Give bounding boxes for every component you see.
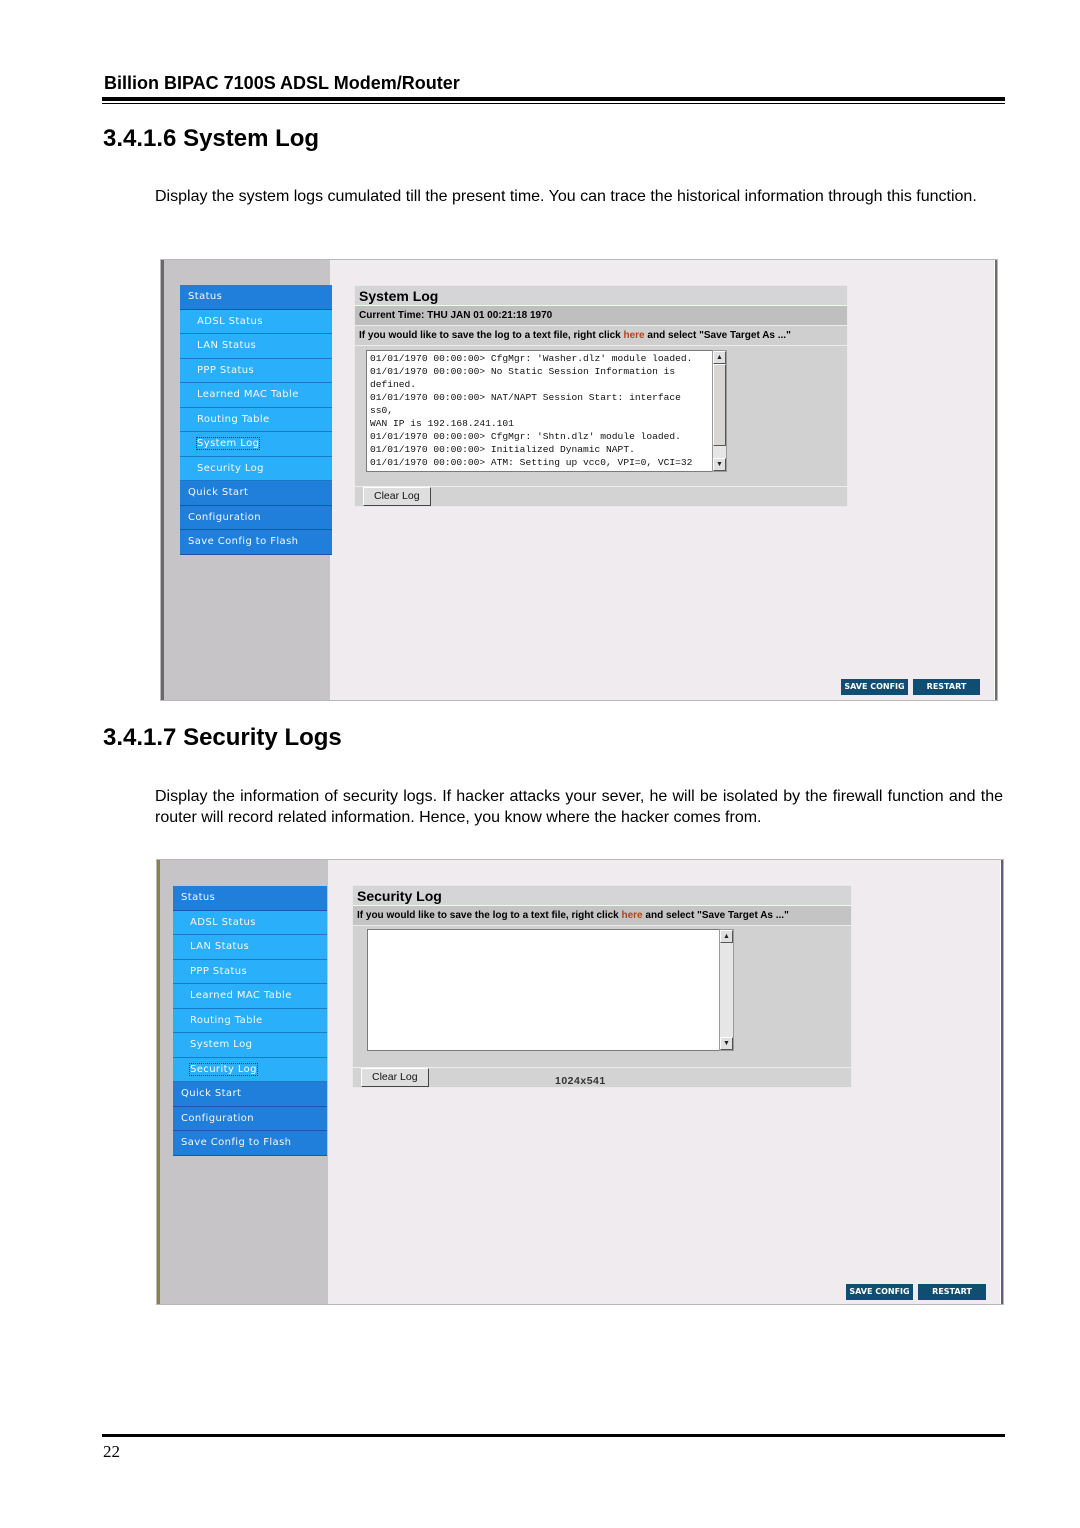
system-log-textarea[interactable]: 01/01/1970 00:00:00> CfgMgr: 'Washer.dlz… bbox=[366, 350, 712, 472]
nav-item-label: Learned MAC Table bbox=[190, 990, 292, 1001]
nav-item-configuration[interactable]: Configuration bbox=[180, 505, 332, 530]
resolution-label: 1024x541 bbox=[555, 1075, 606, 1087]
header-rule-thin bbox=[102, 103, 1005, 104]
nav-item-adsl-status[interactable]: ADSL Status bbox=[173, 910, 327, 935]
nav-item-ppp-status[interactable]: PPP Status bbox=[173, 959, 327, 984]
nav-menu: Status ADSL Status LAN Status PPP Status Lea… bbox=[173, 886, 327, 1156]
nav-item-label: Save Config to Flash bbox=[181, 1137, 292, 1148]
nav-item-label: System Log bbox=[190, 1039, 253, 1050]
page-number: 22 bbox=[103, 1442, 120, 1461]
nav-item-status[interactable]: Status bbox=[173, 886, 327, 911]
nav-item-label: Quick Start bbox=[181, 1088, 242, 1099]
nav-item-save-config-to-flash[interactable]: Save Config to Flash bbox=[180, 530, 332, 555]
sidebar: Status ADSL Status LAN Status PPP Status Lea… bbox=[160, 860, 328, 1304]
system-log-panel: System Log Current Time: THU JAN 01 00:2… bbox=[354, 285, 848, 507]
nav-item-label: PPP Status bbox=[190, 965, 248, 977]
nav-item-configuration[interactable]: Configuration bbox=[173, 1106, 327, 1131]
nav-item-lan-status[interactable]: LAN Status bbox=[180, 334, 332, 359]
nav-item-lan-status[interactable]: LAN Status bbox=[173, 935, 327, 960]
panel-title: System Log bbox=[355, 286, 847, 306]
nav-item-system-log[interactable]: System Log bbox=[173, 1033, 327, 1058]
nav-item-label: Status bbox=[181, 892, 216, 903]
clear-log-button[interactable]: Clear Log bbox=[361, 1068, 429, 1087]
nav-menu: Status ADSL Status LAN Status PPP Status Lea… bbox=[180, 285, 332, 555]
frame-border bbox=[994, 260, 997, 700]
section-description-security-logs: Display the information of security logs… bbox=[155, 788, 1003, 826]
log-scrollbar[interactable]: ▲ ▼ bbox=[719, 929, 734, 1051]
scroll-up-icon[interactable]: ▲ bbox=[713, 351, 726, 364]
nav-item-security-log[interactable]: Security Log bbox=[180, 456, 332, 481]
nav-item-label: Routing Table bbox=[197, 413, 270, 425]
security-log-screenshot: Status ADSL Status LAN Status PPP Status Lea… bbox=[156, 859, 1004, 1305]
nav-item-quick-start[interactable]: Quick Start bbox=[180, 481, 332, 506]
panel-title: Security Log bbox=[353, 886, 851, 906]
save-hint-prefix: If you would like to save the log to a t… bbox=[357, 910, 622, 921]
nav-item-label: Routing Table bbox=[190, 1014, 263, 1026]
section-description-system-log: Display the system logs cumulated till t… bbox=[155, 188, 977, 205]
save-hint-suffix: and select "Save Target As ..." bbox=[644, 330, 791, 341]
nav-item-label: Status bbox=[188, 291, 223, 302]
section-title-security-logs: 3.4.1.7 Security Logs bbox=[103, 724, 342, 751]
save-log-hint: If you would like to save the log to a t… bbox=[353, 906, 851, 926]
nav-item-label: Learned MAC Table bbox=[197, 389, 299, 400]
nav-item-system-log[interactable]: System Log bbox=[180, 432, 332, 457]
restart-button[interactable]: RESTART bbox=[918, 1284, 986, 1300]
nav-item-label: LAN Status bbox=[197, 340, 257, 351]
nav-item-label: LAN Status bbox=[190, 941, 250, 952]
nav-item-security-log[interactable]: Security Log bbox=[173, 1057, 327, 1082]
header-rule-thick bbox=[102, 97, 1005, 101]
footer-rule bbox=[102, 1434, 1005, 1437]
nav-item-quick-start[interactable]: Quick Start bbox=[173, 1082, 327, 1107]
nav-item-status[interactable]: Status bbox=[180, 285, 332, 310]
security-log-panel: Security Log If you would like to save t… bbox=[352, 885, 852, 1088]
save-log-here-link[interactable]: here bbox=[624, 330, 645, 341]
scroll-down-icon[interactable]: ▼ bbox=[720, 1037, 733, 1050]
nav-item-routing-table[interactable]: Routing Table bbox=[180, 407, 332, 432]
scroll-thumb[interactable] bbox=[713, 364, 726, 446]
sidebar: Status ADSL Status LAN Status PPP Status Lea… bbox=[164, 260, 332, 700]
nav-item-label: ADSL Status bbox=[190, 916, 256, 928]
nav-item-adsl-status[interactable]: ADSL Status bbox=[180, 309, 332, 334]
panel-footer: Clear Log 1024x541 bbox=[353, 1067, 851, 1087]
nav-item-label: Configuration bbox=[181, 1112, 255, 1124]
nav-item-label: Configuration bbox=[188, 511, 262, 523]
save-config-button[interactable]: SAVE CONFIG bbox=[841, 679, 908, 695]
system-log-screenshot: Status ADSL Status LAN Status PPP Status Lea… bbox=[160, 259, 998, 701]
nav-item-label: Security Log bbox=[189, 1062, 258, 1076]
panel-footer: Clear Log bbox=[355, 486, 847, 506]
security-log-textarea[interactable] bbox=[367, 929, 719, 1051]
frame-border bbox=[1000, 860, 1003, 1304]
save-config-button[interactable]: SAVE CONFIG bbox=[846, 1284, 913, 1300]
save-hint-suffix: and select "Save Target As ..." bbox=[642, 910, 789, 921]
nav-item-label: Save Config to Flash bbox=[188, 536, 299, 547]
restart-button[interactable]: RESTART bbox=[913, 679, 980, 695]
clear-log-button[interactable]: Clear Log bbox=[363, 487, 431, 506]
save-log-here-link[interactable]: here bbox=[622, 910, 643, 921]
section-title-system-log: 3.4.1.6 System Log bbox=[103, 125, 320, 152]
nav-item-save-config-to-flash[interactable]: Save Config to Flash bbox=[173, 1131, 327, 1156]
nav-item-label: ADSL Status bbox=[197, 315, 263, 327]
nav-item-ppp-status[interactable]: PPP Status bbox=[180, 358, 332, 383]
nav-item-label: Security Log bbox=[197, 462, 264, 474]
current-time: Current Time: THU JAN 01 00:21:18 1970 bbox=[355, 306, 847, 326]
save-log-hint: If you would like to save the log to a t… bbox=[355, 326, 847, 346]
nav-item-label: PPP Status bbox=[197, 364, 255, 376]
scroll-up-icon[interactable]: ▲ bbox=[720, 930, 733, 943]
log-scrollbar[interactable]: ▲ ▼ bbox=[712, 350, 727, 472]
nav-item-label: System Log bbox=[195, 437, 261, 450]
document-header-title: Billion BIPAC 7100S ADSL Modem/Router bbox=[104, 73, 460, 93]
nav-item-label: Quick Start bbox=[188, 487, 249, 498]
nav-item-routing-table[interactable]: Routing Table bbox=[173, 1008, 327, 1033]
scroll-down-icon[interactable]: ▼ bbox=[713, 458, 726, 471]
nav-item-learned-mac-table[interactable]: Learned MAC Table bbox=[173, 984, 327, 1009]
nav-item-learned-mac-table[interactable]: Learned MAC Table bbox=[180, 383, 332, 408]
save-hint-prefix: If you would like to save the log to a t… bbox=[359, 330, 624, 341]
